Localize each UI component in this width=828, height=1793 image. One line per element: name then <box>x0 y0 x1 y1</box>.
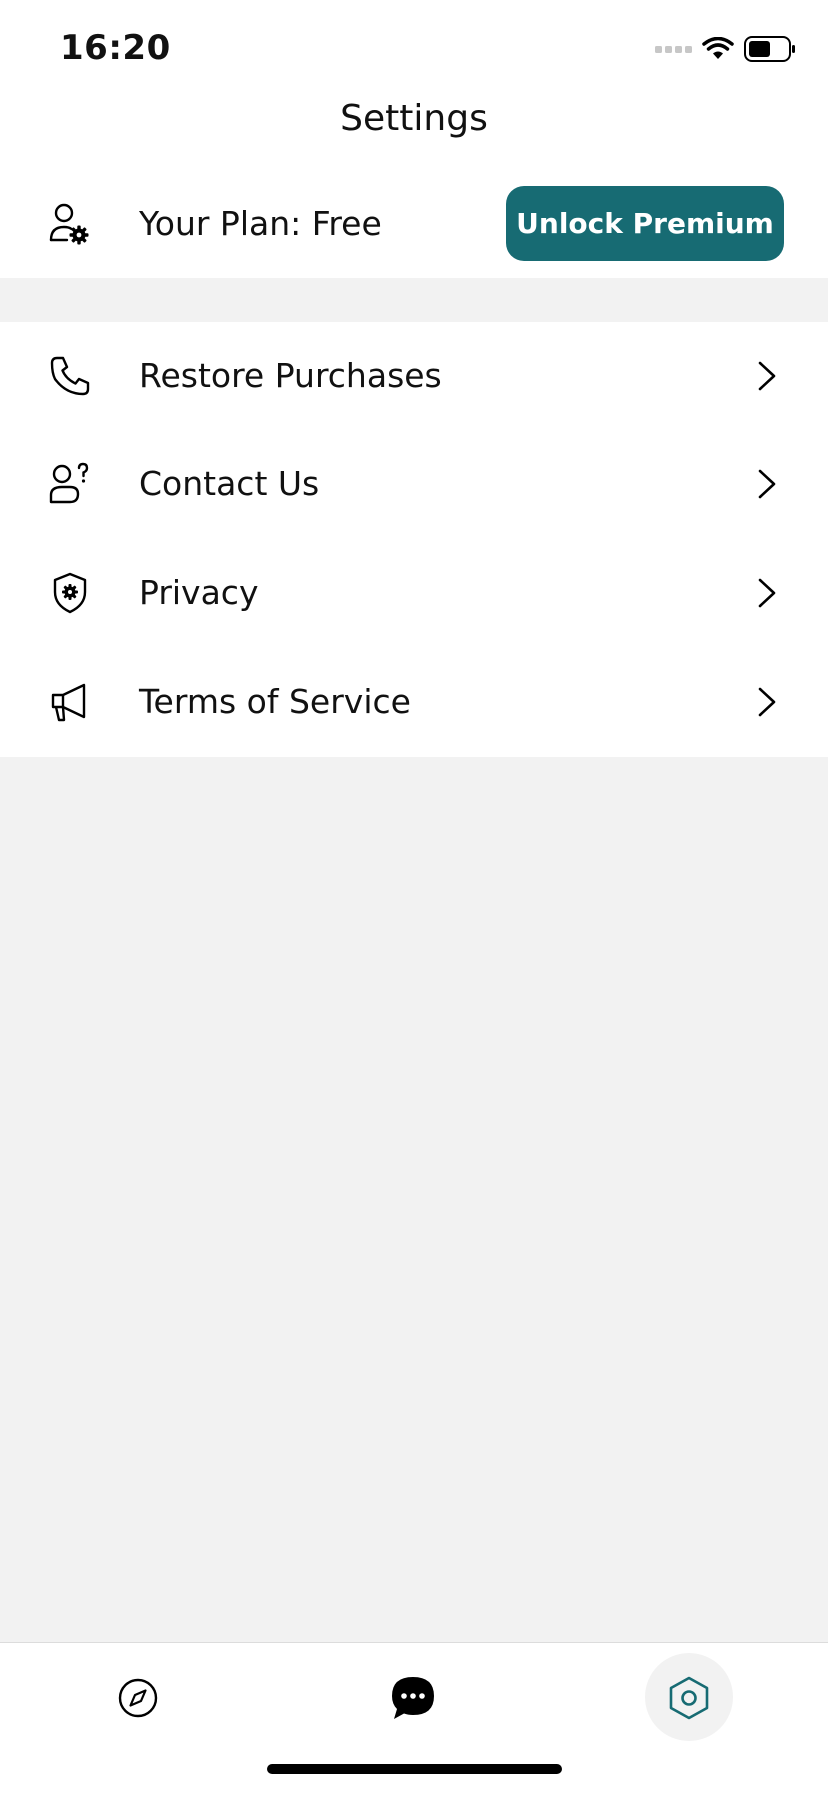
compass-icon <box>118 1678 158 1718</box>
settings-menu: Restore Purchases Contact Us Privacy Ter… <box>0 322 828 757</box>
status-indicators <box>655 36 796 62</box>
plan-row: Your Plan: Free Unlock Premium <box>0 180 828 278</box>
page-title: Settings <box>340 98 488 139</box>
chevron-right-icon <box>758 578 776 608</box>
user-settings-icon <box>49 203 89 245</box>
megaphone-icon <box>51 683 86 722</box>
settings-header-section: 16:20 Settings Your Plan: Free Unlock Pr… <box>0 0 828 278</box>
tab-chat[interactable] <box>363 1643 463 1753</box>
cellular-signal-icon <box>655 45 692 53</box>
tab-explore[interactable] <box>88 1643 188 1753</box>
wifi-icon <box>702 37 734 59</box>
menu-item-restore-purchases[interactable]: Restore Purchases <box>0 322 828 430</box>
unlock-premium-button[interactable]: Unlock Premium <box>506 186 784 261</box>
menu-item-label: Terms of Service <box>139 682 411 721</box>
menu-item-label: Privacy <box>139 573 259 612</box>
user-question-icon <box>49 462 89 504</box>
phone-icon <box>50 356 90 396</box>
chat-bubble-icon <box>392 1677 434 1719</box>
menu-item-privacy[interactable]: Privacy <box>0 539 828 647</box>
battery-icon <box>744 36 795 62</box>
plan-label: Your Plan: Free <box>139 204 382 243</box>
menu-item-contact-us[interactable]: Contact Us <box>0 430 828 538</box>
tab-settings[interactable] <box>640 1643 740 1753</box>
status-time: 16:20 <box>60 28 171 68</box>
chevron-right-icon <box>758 687 776 717</box>
hexagon-settings-icon <box>669 1676 709 1720</box>
home-indicator <box>267 1764 562 1774</box>
chevron-right-icon <box>758 361 776 391</box>
menu-item-terms-of-service[interactable]: Terms of Service <box>0 648 828 756</box>
shield-gear-icon <box>53 572 87 614</box>
status-bar: 16:20 <box>0 0 828 96</box>
menu-item-label: Restore Purchases <box>139 356 442 395</box>
menu-item-label: Contact Us <box>139 464 320 503</box>
chevron-right-icon <box>758 469 776 499</box>
